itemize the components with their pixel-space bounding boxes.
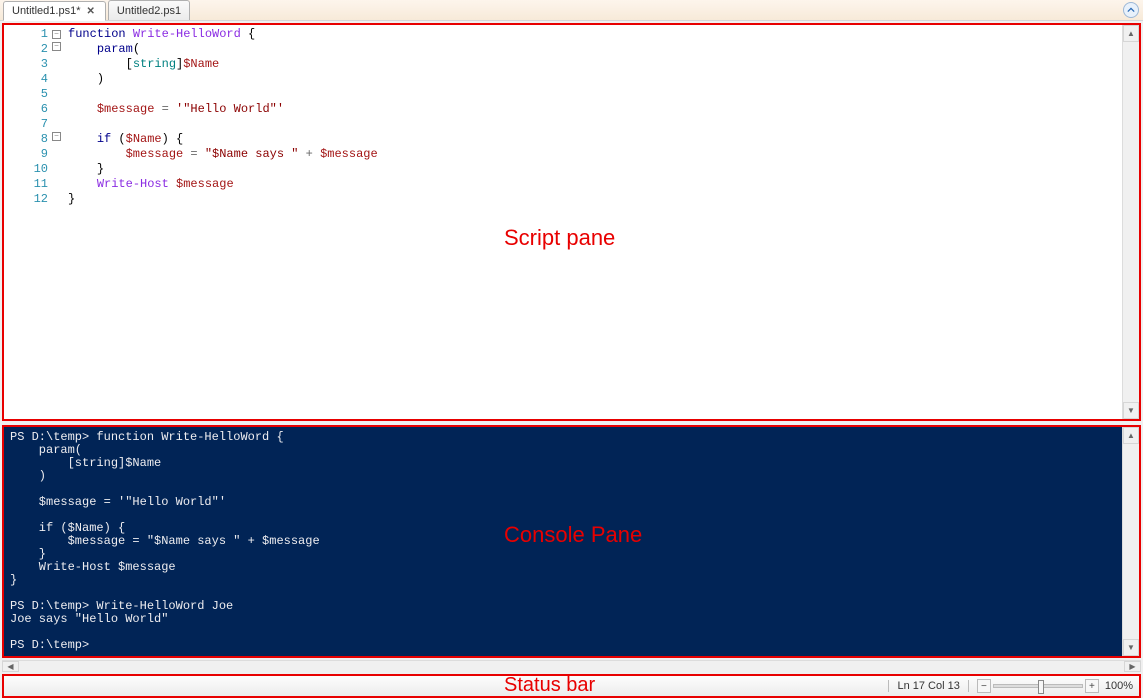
scroll-up-icon[interactable]: ▲ <box>1123 427 1139 444</box>
line-number: 9 <box>4 147 52 162</box>
tab-label: Untitled2.ps1 <box>117 5 181 17</box>
script-vertical-scrollbar[interactable]: ▲ ▼ <box>1122 25 1139 419</box>
zoom-thumb[interactable] <box>1038 680 1044 694</box>
script-editor[interactable]: function Write-HelloWord { param( [strin… <box>64 25 1122 419</box>
scroll-down-icon[interactable]: ▼ <box>1123 402 1139 419</box>
line-number: 4 <box>4 72 52 87</box>
zoom-percentage: 100% <box>1105 680 1133 692</box>
expand-collapse-toggle[interactable] <box>1123 2 1139 18</box>
line-number: 12 <box>4 192 52 207</box>
scroll-up-icon[interactable]: ▲ <box>1123 25 1139 42</box>
console-vertical-scrollbar[interactable]: ▲ ▼ <box>1122 427 1139 656</box>
console-pane: PS D:\temp> function Write-HelloWord { p… <box>2 425 1141 658</box>
fold-toggle[interactable]: − <box>52 132 61 141</box>
zoom-track[interactable] <box>993 684 1083 688</box>
line-number-gutter: 1 2 3 4 5 6 7 8 9 10 11 12 <box>4 25 52 419</box>
cursor-position: Ln 17 Col 13 <box>888 680 968 692</box>
status-bar-annotation: Status bar <box>504 674 595 697</box>
scroll-right-icon[interactable]: ▶ <box>1124 661 1141 672</box>
zoom-out-button[interactable]: − <box>977 679 991 693</box>
line-number: 11 <box>4 177 52 192</box>
scroll-track[interactable] <box>19 661 1124 672</box>
line-number: 5 <box>4 87 52 102</box>
scroll-down-icon[interactable]: ▼ <box>1123 639 1139 656</box>
line-number: 3 <box>4 57 52 72</box>
fold-toggle[interactable]: − <box>52 42 61 51</box>
tab-strip: Untitled1.ps1* ✕ Untitled2.ps1 <box>0 0 1143 21</box>
zoom-in-button[interactable]: + <box>1085 679 1099 693</box>
close-icon[interactable]: ✕ <box>85 6 97 17</box>
line-number: 6 <box>4 102 52 117</box>
status-bar: Status bar Ln 17 Col 13 − + 100% <box>2 674 1141 698</box>
scroll-left-icon[interactable]: ◀ <box>2 661 19 672</box>
tab-untitled1[interactable]: Untitled1.ps1* ✕ <box>3 1 106 21</box>
tab-untitled2[interactable]: Untitled2.ps1 <box>108 0 190 20</box>
fold-toggle[interactable]: − <box>52 30 61 39</box>
line-number: 1 <box>4 27 52 42</box>
line-number: 10 <box>4 162 52 177</box>
line-number: 8 <box>4 132 52 147</box>
console-horizontal-scrollbar[interactable]: ◀ ▶ <box>2 660 1141 672</box>
line-number: 7 <box>4 117 52 132</box>
fold-column: − − − <box>52 25 64 419</box>
zoom-slider[interactable]: − + <box>977 679 1099 693</box>
script-pane: 1 2 3 4 5 6 7 8 9 10 11 12 − − − functio… <box>2 23 1141 421</box>
line-number: 2 <box>4 42 52 57</box>
console-output[interactable]: PS D:\temp> function Write-HelloWord { p… <box>4 427 1122 656</box>
tab-label: Untitled1.ps1* <box>12 5 81 17</box>
